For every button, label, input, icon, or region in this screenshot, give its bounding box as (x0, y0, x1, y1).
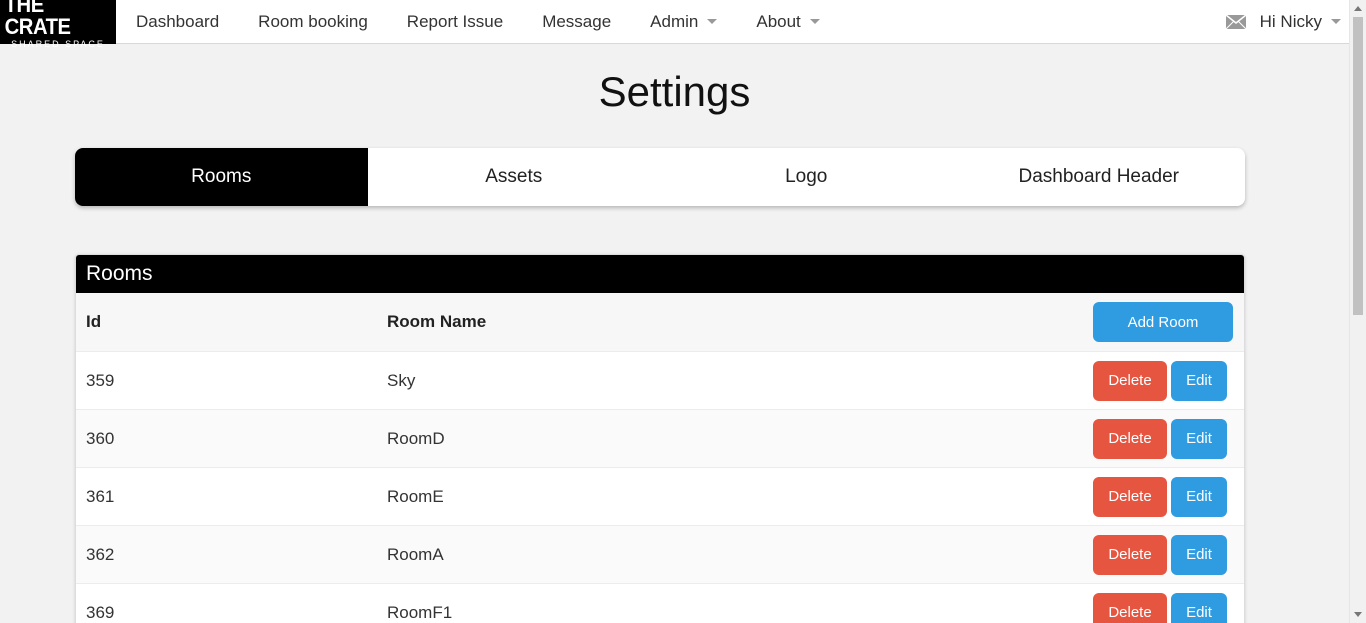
delete-room-button[interactable]: Delete (1093, 360, 1167, 401)
brand-logo[interactable]: THE CRATE SHARED SPACE (0, 0, 116, 49)
scrollbar-thumb[interactable] (1353, 17, 1363, 315)
panel-title: Rooms (76, 255, 1244, 293)
room-id: 361 (86, 486, 115, 506)
table-row: 360 RoomD Delete Edit (76, 409, 1244, 467)
nav-item-about[interactable]: About (736, 0, 838, 44)
nav-item-label: About (756, 11, 801, 31)
delete-room-button[interactable]: Delete (1093, 476, 1167, 517)
brand-tagline: SHARED SPACE (11, 39, 105, 49)
nav-right: Hi Nicky (1225, 0, 1349, 44)
table-row: 362 RoomA Delete Edit (76, 525, 1244, 583)
nav-item-admin[interactable]: Admin (630, 0, 736, 44)
settings-tabs: Rooms Assets Logo Dashboard Header (75, 148, 1245, 206)
room-name: RoomF1 (387, 602, 453, 622)
caret-down-icon (809, 19, 820, 24)
page-title: Settings (598, 68, 751, 115)
caret-down-icon (707, 19, 718, 24)
nav-item-room-booking[interactable]: Room booking (238, 0, 387, 44)
user-menu[interactable]: Hi Nicky (1260, 12, 1349, 32)
envelope-icon[interactable] (1225, 14, 1246, 29)
nav-item-dashboard[interactable]: Dashboard (116, 0, 238, 44)
tab-label: Dashboard Header (1018, 166, 1180, 187)
tab-label: Logo (785, 166, 828, 187)
scroll-down-icon[interactable] (1354, 612, 1362, 617)
table-row: 369 RoomF1 Delete Edit (76, 583, 1244, 623)
edit-room-button[interactable]: Edit (1171, 476, 1227, 517)
delete-room-button[interactable]: Delete (1093, 534, 1167, 575)
add-room-button[interactable]: Add Room (1093, 302, 1233, 342)
nav-item-report-issue[interactable]: Report Issue (387, 0, 522, 44)
nav-item-label: Dashboard (136, 11, 220, 31)
room-name: RoomA (387, 544, 444, 564)
delete-room-button[interactable]: Delete (1093, 418, 1167, 459)
table-header-row: Id Room Name Add Room (76, 293, 1244, 351)
nav-menu: Dashboard Room booking Report Issue Mess… (116, 0, 839, 44)
tab-logo[interactable]: Logo (660, 148, 953, 206)
edit-room-button[interactable]: Edit (1171, 534, 1227, 575)
caret-down-icon (1331, 19, 1341, 24)
tab-rooms[interactable]: Rooms (75, 148, 368, 206)
column-header-id: Id (86, 312, 102, 331)
room-id: 359 (86, 370, 115, 390)
column-header-room-name: Room Name (387, 312, 487, 331)
edit-room-button[interactable]: Edit (1171, 418, 1227, 459)
room-name: RoomD (387, 428, 445, 448)
table-row: 361 RoomE Delete Edit (76, 467, 1244, 525)
nav-item-message[interactable]: Message (522, 0, 630, 44)
nav-item-label: Admin (650, 11, 699, 31)
room-id: 360 (86, 428, 115, 448)
user-greeting: Hi Nicky (1259, 11, 1322, 31)
nav-item-label: Room booking (258, 11, 368, 31)
tab-label: Rooms (191, 166, 252, 187)
edit-room-button[interactable]: Edit (1171, 360, 1227, 401)
table-row: 359 Sky Delete Edit (76, 351, 1244, 409)
brand-name: THE CRATE (4, 0, 71, 39)
tab-label: Assets (485, 166, 543, 187)
rooms-panel: Rooms Id Room Name Add Room 359 Sky Dele… (75, 254, 1245, 623)
scroll-up-icon[interactable] (1354, 6, 1362, 11)
edit-room-button[interactable]: Edit (1171, 592, 1227, 623)
room-id: 369 (86, 602, 115, 622)
room-id: 362 (86, 544, 115, 564)
delete-room-button[interactable]: Delete (1093, 592, 1167, 623)
nav-item-label: Report Issue (406, 11, 504, 31)
room-name: RoomE (387, 486, 444, 506)
tab-assets[interactable]: Assets (368, 148, 661, 206)
vertical-scrollbar[interactable] (1349, 0, 1366, 623)
top-navbar: THE CRATE SHARED SPACE Dashboard Room bo… (0, 0, 1349, 49)
tab-dashboard-header[interactable]: Dashboard Header (953, 148, 1246, 206)
room-name: Sky (387, 370, 416, 390)
nav-item-label: Message (542, 11, 612, 31)
